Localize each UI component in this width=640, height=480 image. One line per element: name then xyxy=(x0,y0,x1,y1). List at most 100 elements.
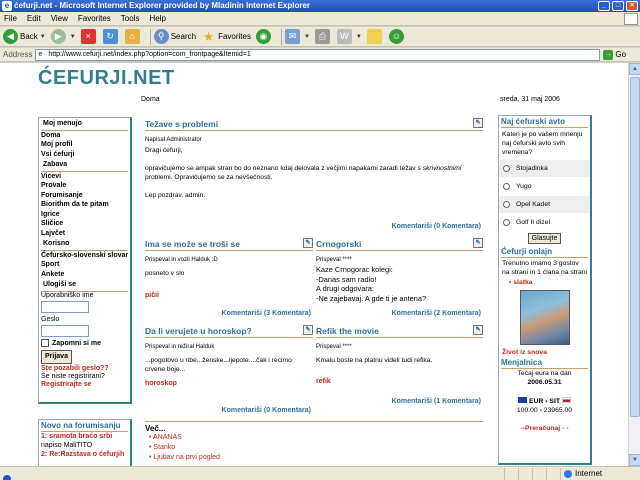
scroll-up-button[interactable]: ▲ xyxy=(629,63,640,75)
search-icon: ⚲ xyxy=(153,29,169,44)
address-input[interactable]: http://www.cefurji.net/index.php?option=… xyxy=(35,48,601,61)
comments-link[interactable]: Komentariši (0 Komentara) xyxy=(222,407,311,414)
vote-button[interactable]: Glasujte xyxy=(527,233,562,244)
go-arrow-icon: → xyxy=(603,49,614,60)
email-icon[interactable]: ✎ xyxy=(303,238,313,248)
more-article-link[interactable]: • ANANAS xyxy=(149,433,483,443)
mail-button[interactable]: ✉ ▼ xyxy=(284,28,310,46)
back-button[interactable]: ◀ Back ▼ xyxy=(3,28,46,46)
article-tag[interactable]: horoskop xyxy=(145,380,313,387)
article-title[interactable]: Crnogorski xyxy=(316,239,361,249)
username-label: Uporabniško ime xyxy=(41,291,94,299)
minimize-button[interactable]: _ xyxy=(598,1,610,11)
forum-item-link[interactable]: Re:Razstava o ćefurjih xyxy=(49,451,124,458)
menu-link[interactable]: Lajvčet xyxy=(39,229,130,239)
article-main: Težave s problemi ✎ Napisal Administrator… xyxy=(145,118,483,239)
favorites-button[interactable]: ★ Favorites xyxy=(201,28,251,46)
more-article-link[interactable]: • Ljubav na prvi pogled xyxy=(149,453,483,463)
menu-link[interactable]: Igrice xyxy=(39,210,130,220)
article-tag[interactable]: pičii xyxy=(145,292,313,299)
section-title-login: Ulogiši se xyxy=(41,279,128,292)
login-button[interactable]: Prijava xyxy=(41,350,72,364)
section-title-korisno: Korisno xyxy=(41,238,128,251)
email-icon[interactable]: ✎ xyxy=(473,325,483,335)
menu-link[interactable]: Biorithm da te pitam xyxy=(39,200,130,210)
star-icon: ★ xyxy=(202,29,215,44)
article-5: Refik the movie ✎ Prispeval **** Kmalu bo… xyxy=(316,325,483,418)
article-title[interactable]: Da li verujete u horoskop? xyxy=(145,326,252,336)
site-logo[interactable]: ĆEFURJI.NET xyxy=(38,67,175,90)
go-button[interactable]: → Go xyxy=(603,49,626,60)
forgot-password-link[interactable]: Ste pozabili geslo?? xyxy=(39,364,130,374)
calculate-link[interactable]: --Preračunaj - - xyxy=(499,424,590,433)
comments-link[interactable]: Komentariši (1 Komentara) xyxy=(392,398,481,405)
menu-link[interactable]: Sličice xyxy=(39,219,130,229)
password-input[interactable] xyxy=(41,324,89,337)
menu-link[interactable]: Moj profil xyxy=(39,140,130,150)
menu-link[interactable]: Forumisanje xyxy=(39,191,130,201)
article-title[interactable]: Refik the movie xyxy=(316,326,379,336)
messenger-button[interactable]: ☺ xyxy=(388,28,406,46)
status-cell xyxy=(518,467,532,480)
discuss-button[interactable] xyxy=(366,28,384,46)
poll-option[interactable]: Opel Kadet xyxy=(499,195,590,213)
menu-tools[interactable]: Tools xyxy=(121,14,140,23)
comments-link[interactable]: Komentariši (3 Komentara) xyxy=(222,310,311,317)
article-title[interactable]: Težave s problemi xyxy=(145,119,218,129)
online-title: Ćefurji onlajn xyxy=(501,246,588,258)
maximize-button[interactable]: □ xyxy=(612,1,624,11)
edit-button[interactable]: W ▼ xyxy=(336,28,362,46)
refresh-button[interactable]: ↻ xyxy=(102,28,120,46)
email-icon[interactable]: ✎ xyxy=(303,325,313,335)
vertical-scrollbar[interactable]: ▲ ▼ xyxy=(628,63,640,466)
note-icon xyxy=(366,29,382,44)
radio-button[interactable] xyxy=(503,219,510,226)
menu-link[interactable]: Sport xyxy=(39,260,130,270)
menu-link[interactable]: Ankete xyxy=(39,270,130,280)
menu-link[interactable]: Provale xyxy=(39,181,130,191)
stop-button[interactable]: × xyxy=(80,28,98,46)
menu-link[interactable]: Doma xyxy=(39,131,130,141)
comments-link[interactable]: Komentariši (2 Komentara) xyxy=(392,310,481,317)
menu-edit[interactable]: Edit xyxy=(27,14,41,23)
forum-item-link[interactable]: sramota braćo srbi xyxy=(49,433,112,440)
radio-button[interactable] xyxy=(503,201,510,208)
menu-link[interactable]: Vicevi xyxy=(39,172,130,182)
menu-link[interactable]: Ćefursko-slovenski slovar xyxy=(39,251,130,261)
article-title[interactable]: Ima se može se troši se xyxy=(145,239,240,249)
username-input[interactable] xyxy=(41,300,89,313)
radio-button[interactable] xyxy=(503,183,510,190)
scroll-thumb[interactable] xyxy=(630,77,640,417)
not-registered-text: Še niste registrirani? xyxy=(41,373,105,380)
article-tag[interactable]: refik xyxy=(316,378,483,385)
comments-link[interactable]: Komentariši (0 Komentara) xyxy=(392,223,481,230)
search-button[interactable]: ⚲ Search xyxy=(153,28,196,46)
poll-option[interactable]: Golf II dizel xyxy=(499,213,590,231)
menu-file[interactable]: File xyxy=(4,14,17,23)
scroll-down-button[interactable]: ▼ xyxy=(629,454,640,466)
radio-button[interactable] xyxy=(503,165,510,172)
register-link[interactable]: Registrirajte se xyxy=(39,380,130,390)
online-text: Trenutno imamo 3 gostov na strani in 1 č… xyxy=(502,260,588,276)
menu-help[interactable]: Help xyxy=(149,14,165,23)
poll-option[interactable]: Stojadinka xyxy=(499,159,590,177)
poll-option[interactable]: Yugo xyxy=(499,177,590,195)
article-body: posneto v slo xyxy=(145,270,185,277)
menu-view[interactable]: View xyxy=(51,14,68,23)
remember-me-checkbox[interactable] xyxy=(41,339,49,348)
close-button[interactable]: × xyxy=(626,1,638,11)
photo-caption[interactable]: Život iz snova xyxy=(499,345,590,357)
menu-favorites[interactable]: Favorites xyxy=(78,14,111,23)
chevron-down-icon: ▼ xyxy=(39,33,46,40)
print-button[interactable]: ⎙ xyxy=(314,28,332,46)
home-button[interactable]: ⌂ xyxy=(124,28,142,46)
email-icon[interactable]: ✎ xyxy=(473,118,483,128)
media-button[interactable]: ◉ xyxy=(255,28,273,46)
exchange-title: Menjalnica xyxy=(501,357,588,369)
photo-image[interactable] xyxy=(519,290,570,345)
email-icon[interactable]: ✎ xyxy=(473,238,483,248)
forward-button[interactable]: ▶ ▼ xyxy=(50,28,76,46)
more-article-link[interactable]: • Stanko xyxy=(149,443,483,453)
menu-link[interactable]: Vsi ćefurji xyxy=(39,150,130,160)
online-user-link[interactable]: • slatka xyxy=(499,278,590,287)
